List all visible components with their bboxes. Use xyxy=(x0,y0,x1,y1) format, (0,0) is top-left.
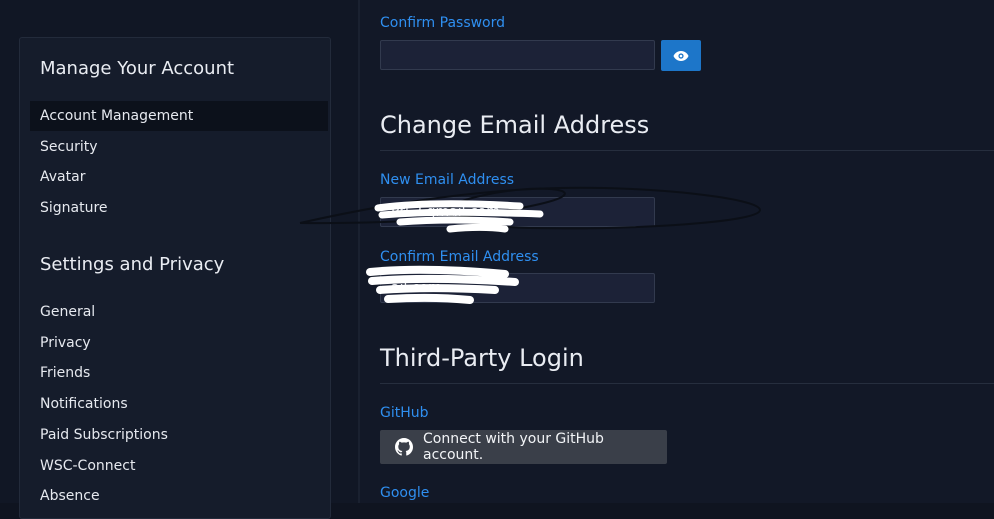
sidebar-item-avatar[interactable]: Avatar xyxy=(30,162,328,192)
confirm-email-input[interactable]: ail.com xyxy=(380,273,655,303)
sidebar-item-label: Absence xyxy=(40,488,100,504)
new-email-input[interactable]: Pri 2 gmail.com xyxy=(380,197,655,227)
sidebar-item-friends[interactable]: Friends xyxy=(30,358,328,388)
sidebar-item-paid-subscriptions[interactable]: Paid Subscriptions xyxy=(30,420,328,450)
new-email-label: New Email Address xyxy=(380,172,515,188)
github-icon xyxy=(395,438,413,456)
sidebar-item-general[interactable]: General xyxy=(30,297,328,327)
sidebar-item-label: Account Management xyxy=(40,108,194,124)
account-sidebar: Manage Your Account Account Management S… xyxy=(19,37,331,519)
confirm-email-label: Confirm Email Address xyxy=(380,249,539,265)
sidebar-item-label: Friends xyxy=(40,365,91,381)
sidebar-item-security[interactable]: Security xyxy=(30,132,328,162)
sidebar-item-absence[interactable]: Absence xyxy=(30,481,328,511)
sidebar-item-label: Signature xyxy=(40,200,108,216)
sidebar-item-label: Notifications xyxy=(40,396,128,412)
sidebar-item-account-management[interactable]: Account Management xyxy=(30,101,328,131)
sidebar-item-wsc-connect[interactable]: WSC-Connect xyxy=(30,451,328,481)
github-label: GitHub xyxy=(380,405,429,421)
confirm-password-label: Confirm Password xyxy=(380,15,506,31)
sidebar-heading-privacy: Settings and Privacy xyxy=(40,254,225,275)
show-password-button[interactable] xyxy=(661,40,701,71)
connect-github-button[interactable]: Connect with your GitHub account. xyxy=(380,430,667,464)
sidebar-item-label: Paid Subscriptions xyxy=(40,427,168,443)
sidebar-item-notifications[interactable]: Notifications xyxy=(30,389,328,419)
third-party-login-title: Third-Party Login xyxy=(380,344,584,372)
section-divider xyxy=(380,383,994,384)
eye-icon xyxy=(673,50,689,61)
sidebar-item-label: Privacy xyxy=(40,335,91,351)
google-label: Google xyxy=(380,485,430,501)
confirm-password-input[interactable] xyxy=(380,40,655,70)
sidebar-item-signature[interactable]: Signature xyxy=(30,193,328,223)
sidebar-item-label: General xyxy=(40,304,96,320)
sidebar-item-privacy[interactable]: Privacy xyxy=(30,328,328,358)
sidebar-item-label: Security xyxy=(40,139,98,155)
section-divider xyxy=(380,150,994,151)
change-email-title: Change Email Address xyxy=(380,111,650,139)
connect-github-label: Connect with your GitHub account. xyxy=(423,431,604,463)
sidebar-item-label: Avatar xyxy=(40,169,86,185)
sidebar-item-label: WSC-Connect xyxy=(40,458,136,474)
sidebar-heading-account: Manage Your Account xyxy=(40,58,235,79)
